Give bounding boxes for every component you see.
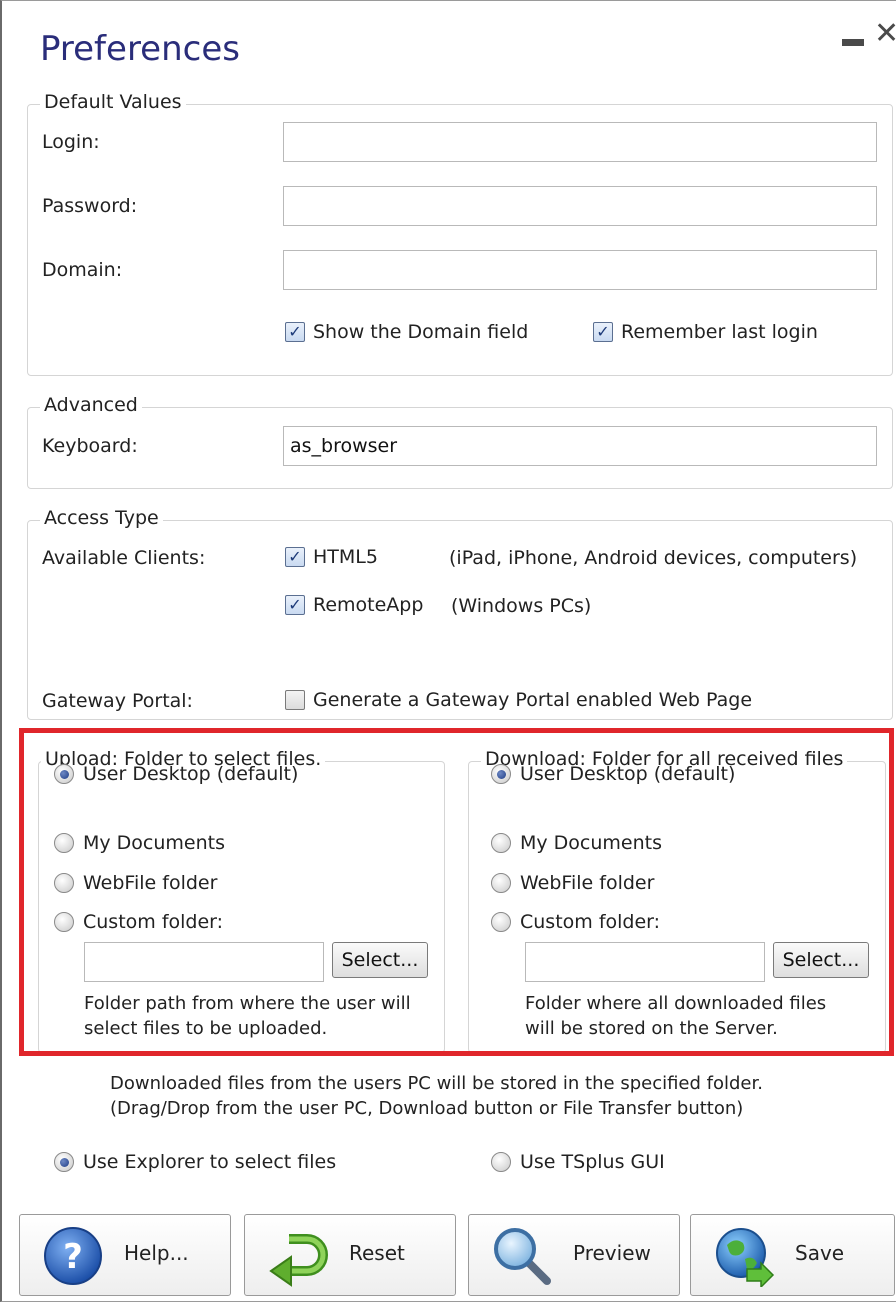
transfer-info-line2: (Drag/Drop from the user PC, Download bu… bbox=[110, 1098, 744, 1119]
transfer-info: Downloaded files from the users PC will … bbox=[110, 1071, 850, 1121]
domain-input[interactable] bbox=[283, 250, 877, 290]
remoteapp-label: RemoteApp bbox=[313, 594, 424, 616]
html5-checkbox[interactable]: ✓ HTML5 bbox=[285, 546, 378, 568]
advanced-legend: Advanced bbox=[40, 394, 142, 416]
highlight-frame bbox=[19, 728, 894, 1056]
password-input[interactable] bbox=[283, 186, 877, 226]
login-input[interactable] bbox=[283, 122, 877, 162]
keyboard-input[interactable] bbox=[283, 426, 877, 466]
svg-text:?: ? bbox=[63, 1237, 83, 1277]
use-explorer-option[interactable]: Use Explorer to select files bbox=[54, 1151, 336, 1173]
gateway-portal-option-label: Generate a Gateway Portal enabled Web Pa… bbox=[313, 689, 753, 711]
magnifier-icon bbox=[494, 1228, 551, 1285]
window-title: Preferences bbox=[40, 29, 240, 69]
show-domain-checkbox[interactable]: ✓ Show the Domain field bbox=[285, 321, 528, 343]
remoteapp-description: (Windows PCs) bbox=[451, 595, 592, 617]
keyboard-label: Keyboard: bbox=[42, 435, 138, 457]
reset-button[interactable]: Reset bbox=[244, 1214, 456, 1296]
remember-login-label: Remember last login bbox=[621, 321, 818, 343]
help-button[interactable]: ? Help... bbox=[19, 1214, 231, 1296]
save-button-label: Save bbox=[795, 1241, 845, 1265]
reset-button-label: Reset bbox=[349, 1241, 405, 1265]
use-tsplus-gui-radio[interactable] bbox=[491, 1152, 511, 1172]
minimize-icon[interactable] bbox=[842, 39, 864, 46]
access-type-legend: Access Type bbox=[40, 507, 163, 529]
transfer-info-line1: Downloaded files from the users PC will … bbox=[110, 1073, 763, 1094]
help-button-label: Help... bbox=[124, 1241, 189, 1265]
html5-label: HTML5 bbox=[313, 546, 378, 568]
remember-login-check-box[interactable]: ✓ bbox=[593, 322, 613, 342]
gateway-portal-label: Gateway Portal: bbox=[42, 690, 193, 712]
domain-label: Domain: bbox=[42, 259, 123, 281]
show-domain-label: Show the Domain field bbox=[313, 321, 529, 343]
globe-save-icon bbox=[716, 1228, 775, 1287]
save-button[interactable]: Save bbox=[690, 1214, 895, 1296]
use-explorer-label: Use Explorer to select files bbox=[83, 1151, 337, 1173]
reset-arrow-icon bbox=[269, 1234, 328, 1287]
use-tsplus-gui-option[interactable]: Use TSplus GUI bbox=[491, 1151, 665, 1173]
available-clients-label: Available Clients: bbox=[42, 547, 206, 569]
default-values-legend: Default Values bbox=[40, 91, 186, 113]
gateway-portal-checkbox[interactable]: Generate a Gateway Portal enabled Web Pa… bbox=[285, 689, 752, 711]
html5-description: (iPad, iPhone, Android devices, computer… bbox=[449, 547, 858, 569]
remoteapp-checkbox[interactable]: ✓ RemoteApp bbox=[285, 594, 423, 616]
show-domain-check-box[interactable]: ✓ bbox=[285, 322, 305, 342]
login-label: Login: bbox=[42, 131, 100, 153]
remoteapp-check-box[interactable]: ✓ bbox=[285, 595, 305, 615]
help-question-icon: ? bbox=[44, 1227, 102, 1285]
use-tsplus-gui-label: Use TSplus GUI bbox=[520, 1151, 665, 1173]
close-icon[interactable]: ✕ bbox=[874, 19, 896, 49]
password-label: Password: bbox=[42, 195, 138, 217]
remember-login-checkbox[interactable]: ✓ Remember last login bbox=[593, 321, 818, 343]
html5-check-box[interactable]: ✓ bbox=[285, 547, 305, 567]
preferences-window: Preferences ✕ Default Values Login: Pass… bbox=[0, 0, 896, 1302]
gateway-portal-check-box[interactable] bbox=[285, 690, 305, 710]
use-explorer-radio[interactable] bbox=[54, 1152, 74, 1172]
preview-button[interactable]: Preview bbox=[468, 1214, 680, 1296]
preview-button-label: Preview bbox=[573, 1241, 651, 1265]
